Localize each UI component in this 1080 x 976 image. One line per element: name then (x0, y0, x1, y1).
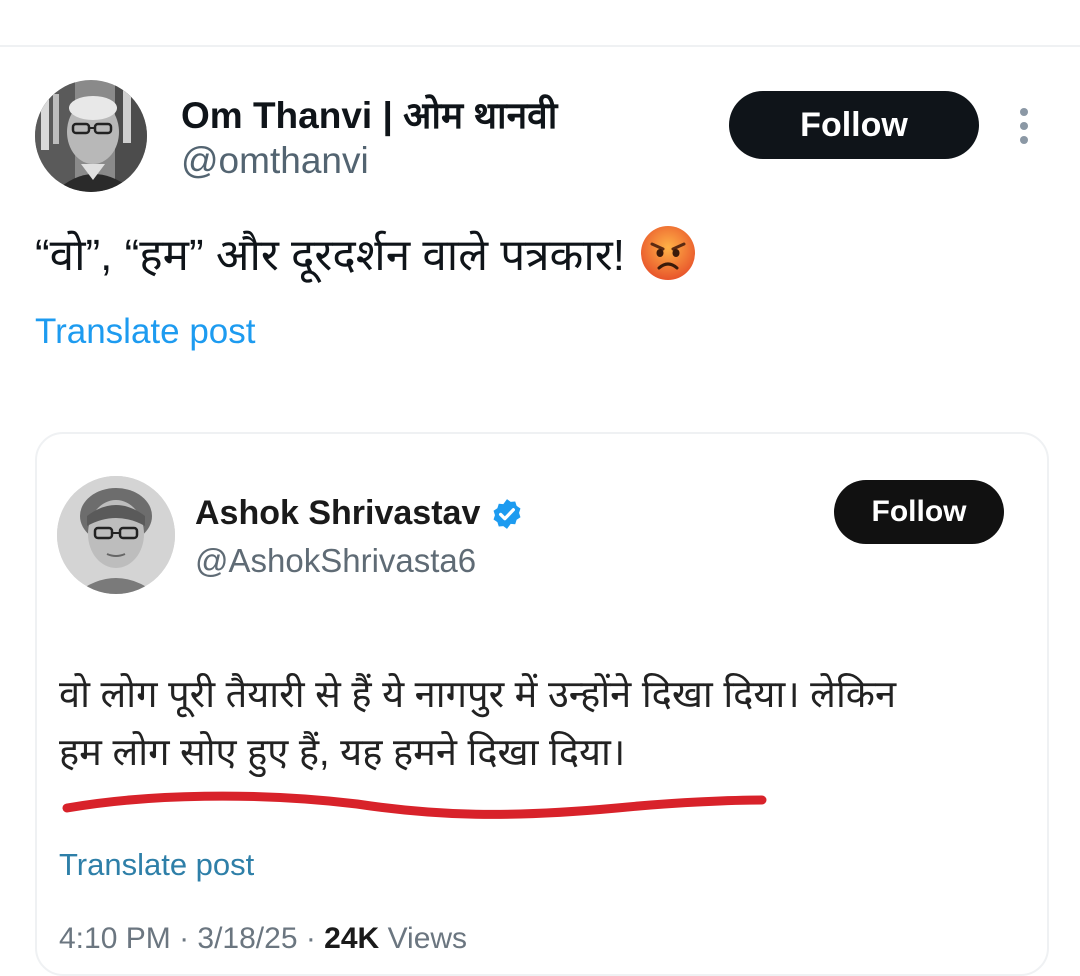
author-handle[interactable]: @omthanvi (181, 140, 369, 182)
quoted-post-card[interactable]: Ashok Shrivastav @AshokShrivasta6 Follow… (35, 432, 1049, 976)
quoted-text-line-1: वो लोग पूरी तैयारी से हैं ये नागपुर में … (59, 674, 897, 716)
translate-post-link[interactable]: Translate post (35, 312, 255, 352)
quoted-post-date: 3/18/25 (197, 922, 298, 955)
red-underline-annotation (62, 791, 767, 819)
quoted-post-time: 4:10 PM (59, 922, 171, 955)
author-name[interactable]: Om Thanvi | ओम थानवी (181, 88, 557, 139)
quoted-author-name-text: Ashok Shrivastav (195, 494, 481, 532)
quoted-post-views-count: 24K (324, 922, 380, 955)
angry-face-emoji-icon (639, 224, 697, 282)
quoted-follow-button[interactable]: Follow (834, 480, 1004, 544)
quoted-text-line-2: हम लोग सोए हुए हैं, यह हमने दिखा दिया। (59, 732, 626, 774)
post-text: “वो”, “हम” और दूरदर्शन वाले पत्रकार! (35, 223, 697, 283)
author-avatar[interactable] (35, 80, 147, 192)
verified-badge-icon (490, 497, 524, 531)
follow-button[interactable]: Follow (729, 91, 979, 159)
post-text-content: “वो”, “हम” और दूरदर्शन वाले पत्रकार! (35, 231, 625, 280)
quoted-post-views-label: Views (387, 922, 468, 955)
top-divider (0, 45, 1080, 47)
quoted-author-avatar[interactable] (57, 476, 175, 594)
more-options-icon[interactable] (1004, 102, 1044, 150)
quoted-author-name[interactable]: Ashok Shrivastav (195, 494, 524, 533)
quoted-post-meta: 4:10 PM · 3/18/25 · 24K Views (59, 922, 468, 955)
quoted-translate-post-link[interactable]: Translate post (59, 847, 254, 883)
quoted-author-handle[interactable]: @AshokShrivasta6 (195, 542, 476, 580)
quoted-post-text: वो लोग पूरी तैयारी से हैं ये नागपुर में … (59, 666, 1019, 782)
